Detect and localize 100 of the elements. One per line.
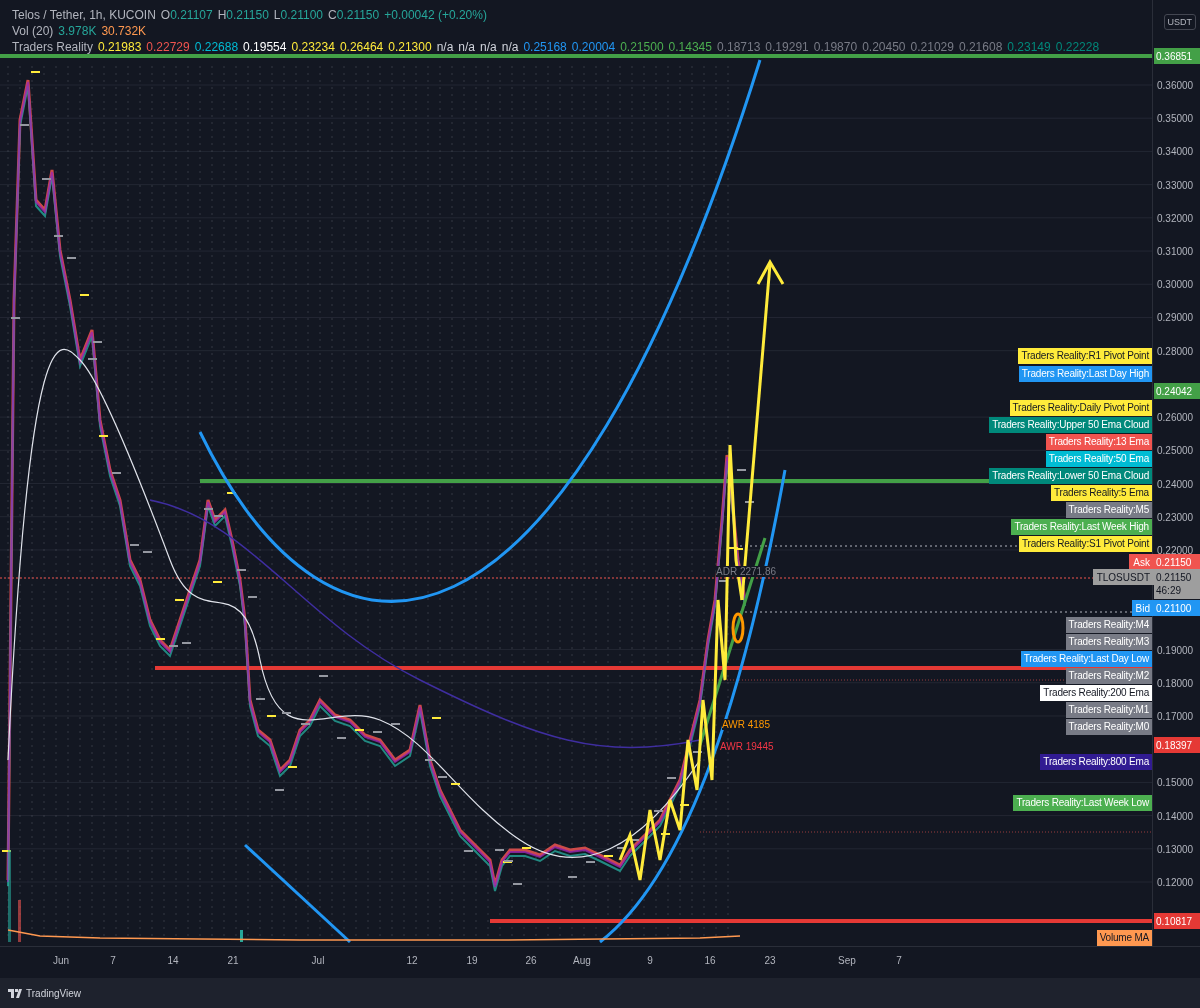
price-tick: 0.34000 xyxy=(1157,145,1194,157)
price-tick: 0.18000 xyxy=(1157,677,1194,689)
date-tick: 7 xyxy=(896,955,902,966)
ohlc-value: O0.21107 xyxy=(160,8,213,22)
price-tick: 0.30000 xyxy=(1157,278,1194,290)
price-tick: 0.24000 xyxy=(1157,478,1194,489)
indicator-value: 0.19554 xyxy=(243,40,287,54)
indicator-label: Traders Reality:Last Week Low xyxy=(1013,795,1152,811)
indicator-value: n/a xyxy=(501,40,519,54)
indicator-label: Traders Reality:5 Ema xyxy=(1051,485,1152,501)
indicator-label: Traders Reality:M3 xyxy=(1065,634,1152,650)
indicator-label: Traders Reality:800 Ema xyxy=(1040,754,1152,770)
date-tick: 14 xyxy=(167,955,179,966)
date-tick: Sep xyxy=(838,955,856,966)
indicator-value: 0.21300 xyxy=(388,40,432,54)
indicator-value: 0.19870 xyxy=(813,40,858,54)
brand-name: TradingView xyxy=(26,987,82,999)
indicator-value: n/a xyxy=(436,40,454,54)
change-value: +0.00042 (+0.20%) xyxy=(384,8,487,22)
price-tick: 0.32000 xyxy=(1157,212,1194,224)
date-tick: Jun xyxy=(52,955,70,966)
price-tick: 0.31000 xyxy=(1157,245,1194,257)
indicator-label: Volume MA xyxy=(1096,930,1152,946)
indicator-label: Traders Reality:200 Ema xyxy=(1040,685,1152,701)
ellipse-mark xyxy=(731,612,745,644)
volume-value: 30.732K xyxy=(101,24,147,38)
indicator-label: Traders Reality:M1 xyxy=(1065,702,1152,718)
price-tick: 0.25000 xyxy=(1157,444,1194,456)
price-tag: 0.24042 xyxy=(1154,383,1200,399)
indicator-label: Traders Reality:13 Ema xyxy=(1045,434,1152,450)
price-tick: 0.36000 xyxy=(1157,79,1194,91)
indicator-value: 0.21029 xyxy=(910,40,954,54)
price-tag-label: TLOSUSDT xyxy=(1092,569,1154,585)
indicator-label: Traders Reality:M5 xyxy=(1065,502,1152,518)
indicator-value: 0.22729 xyxy=(146,40,190,54)
indicator-value: 0.25168 xyxy=(523,40,567,54)
price-tag: 0.21150 46:29 xyxy=(1154,569,1200,599)
symbol-title: Telos / Tether, 1h, KUCOIN xyxy=(12,8,156,22)
price-tick: 0.29000 xyxy=(1157,311,1194,323)
price-tag-label: Ask xyxy=(1129,554,1154,570)
price-tick: 0.33000 xyxy=(1157,179,1194,191)
date-tick: 16 xyxy=(704,955,716,966)
indicator-value: 0.21608 xyxy=(958,40,1003,54)
price-tick: 0.26000 xyxy=(1157,411,1194,423)
price-tick: 0.17000 xyxy=(1157,710,1194,722)
price-tick: 0.19000 xyxy=(1157,644,1194,656)
price-tick: 0.28000 xyxy=(1157,345,1194,357)
price-tag: 0.10817 xyxy=(1154,913,1200,929)
price-tag: 0.36851 xyxy=(1154,48,1200,64)
price-tag-label: Bid xyxy=(1131,600,1154,616)
annotation-text: ADR 2271.86 xyxy=(716,566,777,577)
ohlc-value: H0.21150 xyxy=(217,8,269,22)
indicator-value: 0.23149 xyxy=(1007,40,1051,54)
indicator-label: Traders Reality:Last Day High xyxy=(1018,366,1152,382)
indicator-value: 0.21500 xyxy=(620,40,664,54)
indicator-label: Traders Reality:M0 xyxy=(1065,719,1152,735)
volume-label: Vol (20) xyxy=(12,24,54,38)
price-tag: 0.21150 xyxy=(1154,554,1200,570)
indicator-value: 0.23234 xyxy=(291,40,335,54)
price-tick: 0.15000 xyxy=(1157,776,1194,788)
ohlc-value: C0.21150 xyxy=(328,8,380,22)
indicator-value: 0.26464 xyxy=(339,40,384,54)
price-tick: 0.14000 xyxy=(1157,810,1194,822)
indicator-label: Traders Reality:Upper 50 Ema Cloud xyxy=(989,417,1152,433)
ohlc-value: L0.21100 xyxy=(273,8,324,22)
currency-button[interactable]: USDT xyxy=(1163,14,1196,30)
indicator-value: 0.22688 xyxy=(194,40,239,54)
indicator-label: Traders Reality:Daily Pivot Point xyxy=(1009,400,1152,416)
date-tick: 7 xyxy=(110,955,116,966)
price-tick: 0.12000 xyxy=(1157,876,1194,888)
indicator-value: 0.14345 xyxy=(668,40,712,54)
price-tag: 0.21100 xyxy=(1154,600,1200,616)
price-tick: 0.23000 xyxy=(1157,511,1194,523)
indicator-value: 0.19291 xyxy=(765,40,809,54)
indicator-value: 0.22228 xyxy=(1055,40,1100,54)
date-tick: 26 xyxy=(525,955,537,966)
indicator-label: Traders Reality:M4 xyxy=(1065,617,1152,633)
date-tick: 9 xyxy=(647,955,653,966)
price-tick: 0.13000 xyxy=(1157,843,1194,855)
indicator-value: 0.20450 xyxy=(862,40,906,54)
indicator-label: Traders Reality:Last Week High xyxy=(1011,519,1152,535)
indicator-label: Traders Reality:Lower 50 Ema Cloud xyxy=(989,468,1152,484)
indicator-value: 0.20004 xyxy=(571,40,616,54)
volume-value: 3.978K xyxy=(58,24,97,38)
date-tick: Jul xyxy=(311,955,325,966)
indicator-value: 0.18713 xyxy=(716,40,761,54)
logo-icon xyxy=(8,988,22,998)
indicator-label: Traders Reality:R1 Pivot Point xyxy=(1018,348,1152,364)
price-tag: 0.18397 xyxy=(1154,737,1200,753)
indicator-label: Traders Reality:S1 Pivot Point xyxy=(1018,536,1152,552)
annotation-text: AWR 4185 xyxy=(722,719,770,730)
price-tick: 0.35000 xyxy=(1157,112,1194,124)
indicator-label: Traders Reality:50 Ema xyxy=(1045,451,1152,467)
annotation-text: AWR 19445 xyxy=(720,741,774,752)
date-tick: 12 xyxy=(406,955,418,966)
date-tick: 19 xyxy=(466,955,478,966)
indicator-label: Traders Reality:M2 xyxy=(1065,668,1152,684)
date-tick: Aug xyxy=(573,955,591,966)
date-tick: 23 xyxy=(764,955,776,966)
price-tick: 0.22000 xyxy=(1157,544,1194,556)
